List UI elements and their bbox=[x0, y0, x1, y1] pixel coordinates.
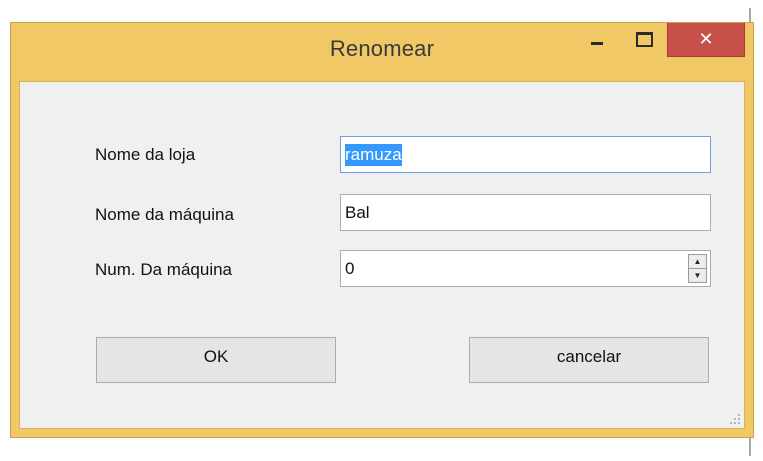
machine-name-input[interactable]: Bal bbox=[340, 194, 711, 231]
maximize-icon bbox=[635, 31, 653, 47]
close-button[interactable]: ✕ bbox=[667, 23, 745, 57]
resize-grip-icon[interactable] bbox=[730, 414, 740, 424]
spin-down-button[interactable]: ▼ bbox=[689, 269, 706, 282]
close-icon: ✕ bbox=[698, 28, 714, 49]
machine-number-value: 0 bbox=[345, 258, 355, 278]
triangle-up-icon: ▲ bbox=[693, 256, 702, 266]
machine-name-value: Bal bbox=[345, 202, 370, 222]
minimize-icon bbox=[591, 41, 603, 45]
machine-name-label: Nome da máquina bbox=[95, 205, 234, 224]
store-name-label: Nome da loja bbox=[95, 145, 196, 164]
dialog-body: Nome da loja ramuza Nome da máquina Bal … bbox=[19, 81, 745, 429]
spin-up-button[interactable]: ▲ bbox=[689, 255, 706, 269]
spin-buttons: ▲ ▼ bbox=[688, 254, 707, 283]
background-divider-bottom bbox=[749, 438, 751, 456]
store-name-input[interactable]: ramuza bbox=[340, 136, 711, 173]
machine-number-label: Num. Da máquina bbox=[95, 260, 233, 279]
maximize-button[interactable] bbox=[621, 23, 667, 57]
title-bar[interactable]: Renomear ✕ bbox=[11, 23, 753, 81]
minimize-button[interactable] bbox=[574, 23, 620, 57]
rename-dialog: Renomear ✕ Nome da loja ramuza Nome da m… bbox=[10, 22, 754, 438]
cancel-button[interactable]: cancelar bbox=[469, 337, 709, 383]
ok-button[interactable]: OK bbox=[96, 337, 336, 383]
machine-number-stepper[interactable]: 0 ▲ ▼ bbox=[340, 250, 711, 287]
store-name-value: ramuza bbox=[345, 143, 402, 166]
triangle-down-icon: ▼ bbox=[693, 270, 702, 280]
